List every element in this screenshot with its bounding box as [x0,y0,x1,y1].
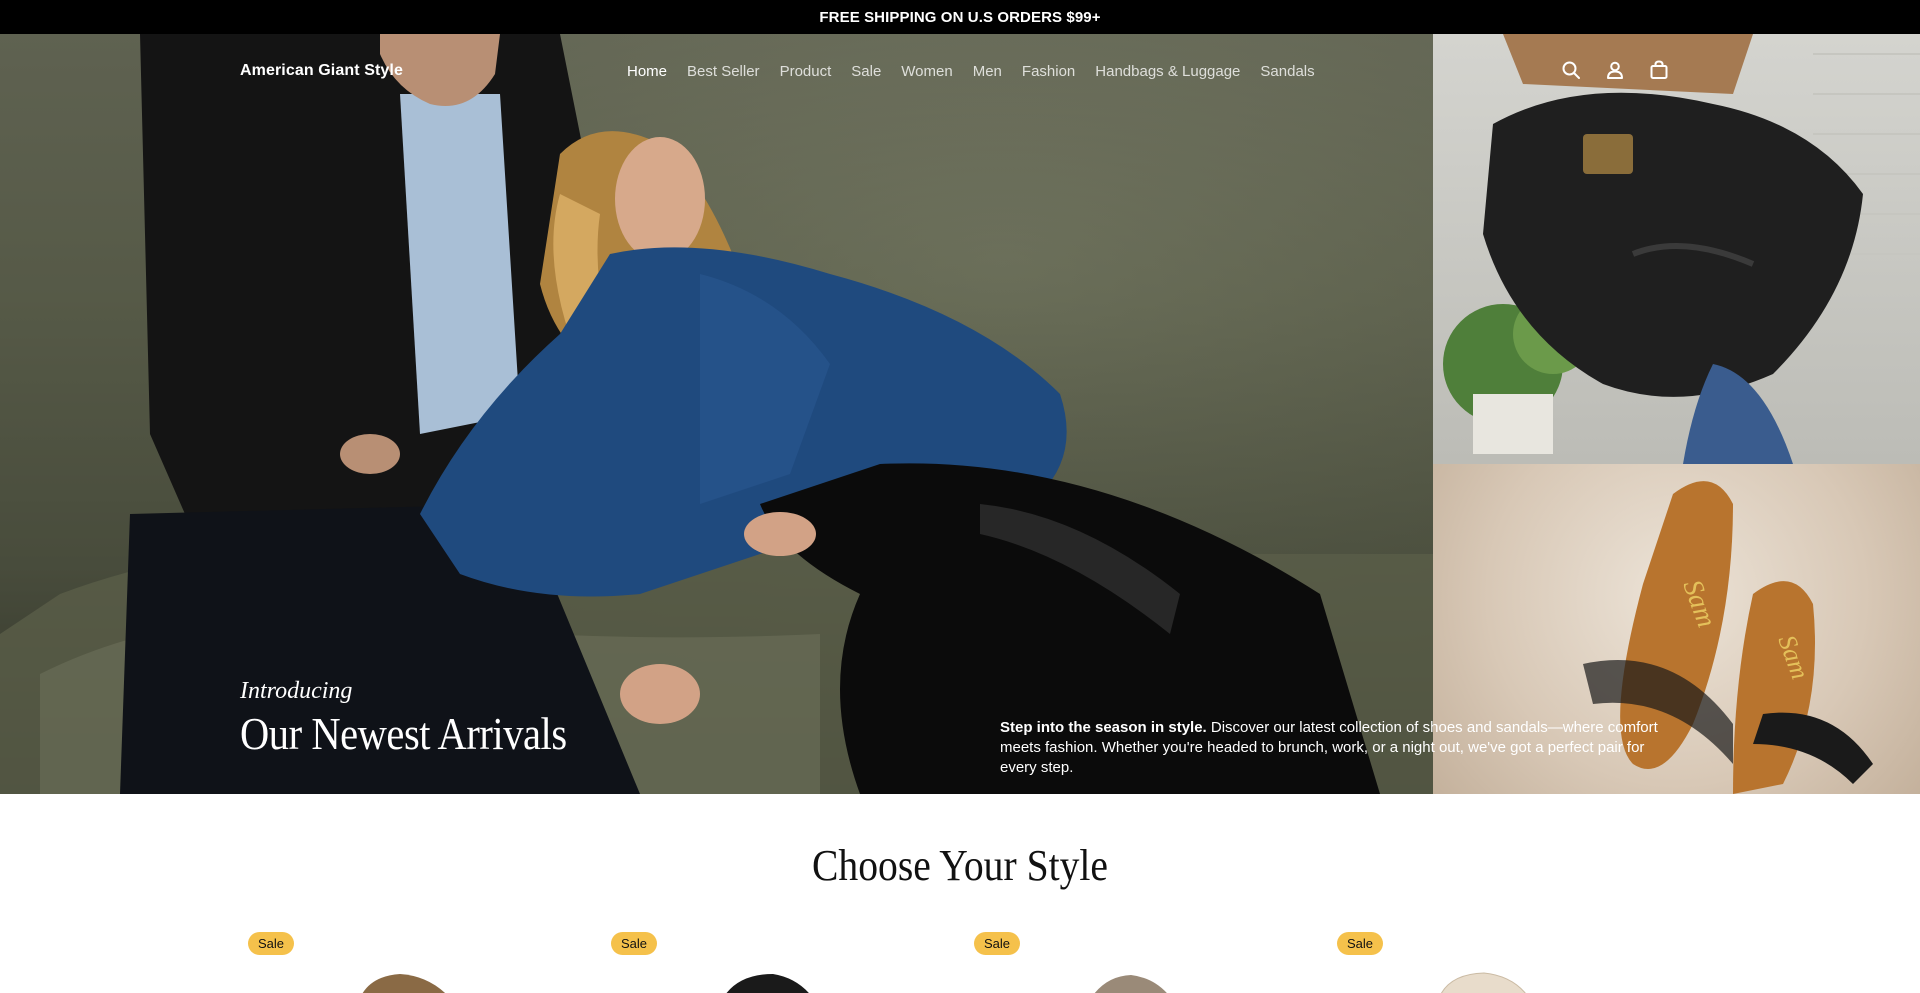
nav-fashion[interactable]: Fashion [1022,63,1075,80]
product-card[interactable]: Sale [603,928,943,993]
hero-headline: Our Newest Arrivals [240,708,567,759]
nav-best-seller[interactable]: Best Seller [687,63,760,80]
product-image[interactable] [1066,968,1186,993]
product-card[interactable]: Sale [1329,928,1669,993]
cart-icon[interactable] [1648,59,1670,81]
hero-description-bold: Step into the season in style. [1000,719,1207,736]
product-card[interactable]: Sale [240,928,580,993]
site-header: American Giant Style Home Best Seller Pr… [0,34,1920,108]
search-icon[interactable] [1560,59,1582,81]
product-grid: Sale Sale Sale Sale [240,928,1680,993]
hero-main-image [0,34,1433,794]
section-title: Choose Your Style [812,841,1108,890]
nav-sandals[interactable]: Sandals [1260,63,1314,80]
announcement-bar: FREE SHIPPING ON U.S ORDERS $99+ [0,0,1920,34]
nav-men[interactable]: Men [973,63,1002,80]
sale-badge: Sale [1337,932,1384,955]
product-card[interactable]: Sale [966,928,1306,993]
hero-description: Step into the season in style. Discover … [1000,718,1680,778]
product-image[interactable] [703,968,823,993]
account-icon[interactable] [1604,59,1626,81]
nav-product[interactable]: Product [780,63,832,80]
sale-badge: Sale [248,932,295,955]
nav-women[interactable]: Women [901,63,952,80]
brand-logo[interactable]: American Giant Style [240,62,403,80]
hero-intro: Introducing [240,678,353,704]
sale-badge: Sale [611,932,658,955]
hero-headline-group: Introducing Our Newest Arrivals [240,678,611,760]
nav-home[interactable]: Home [627,63,667,80]
announcement-text: FREE SHIPPING ON U.S ORDERS $99+ [819,8,1101,26]
header-icons [1560,59,1670,81]
product-image[interactable] [1419,968,1539,993]
nav-handbags-luggage[interactable]: Handbags & Luggage [1095,63,1240,80]
product-image[interactable] [340,968,460,993]
main-nav: Home Best Seller Product Sale Women Men … [627,63,1335,80]
nav-sale[interactable]: Sale [851,63,881,80]
sale-badge: Sale [974,932,1021,955]
